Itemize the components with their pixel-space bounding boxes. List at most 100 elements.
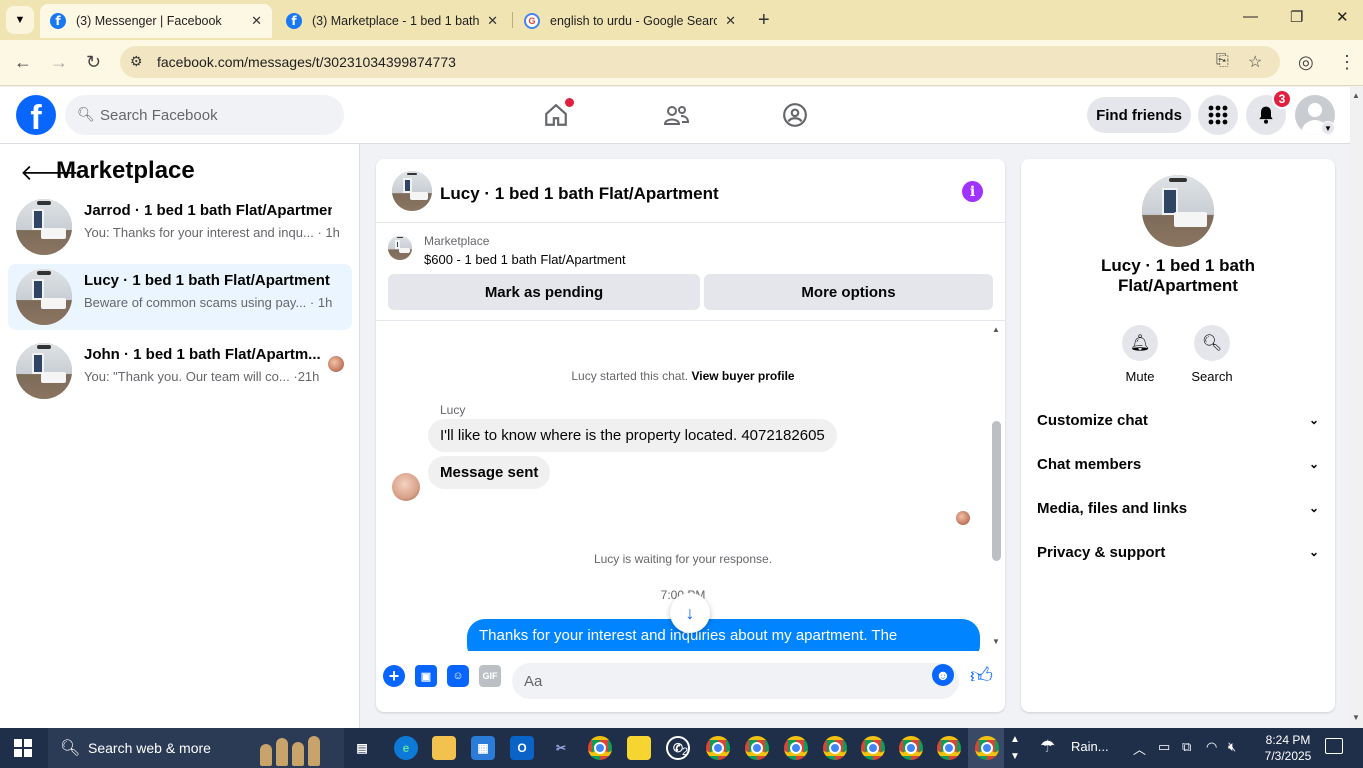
menu-grid-icon[interactable] bbox=[1198, 95, 1238, 135]
more-options-button[interactable]: More options bbox=[704, 274, 993, 310]
home-icon[interactable] bbox=[536, 98, 576, 131]
tab-marketplace[interactable]: f (3) Marketplace - 1 bed 1 bath F ✕ bbox=[276, 4, 508, 38]
mute-button[interactable]: 🔔︎ Mute bbox=[1110, 325, 1170, 384]
site-info-icon[interactable]: ⚙ bbox=[130, 53, 143, 70]
scroll-up-icon[interactable]: ▲ bbox=[1352, 91, 1360, 100]
info-icon[interactable]: i bbox=[962, 181, 983, 202]
conversation-item-jarrod[interactable]: Jarrod · 1 bed 1 bath Flat/Apartment You… bbox=[8, 194, 352, 260]
notification-center-icon[interactable] bbox=[1325, 738, 1343, 754]
section-label: Chat members bbox=[1037, 455, 1142, 473]
message-list[interactable]: Lucy started this chat. View buyer profi… bbox=[376, 321, 1005, 651]
windows-start-icon[interactable] bbox=[14, 739, 32, 757]
chevron-down-icon: ⌄ bbox=[1308, 413, 1319, 427]
profile-icon[interactable]: ◎ bbox=[1298, 52, 1314, 73]
close-tab-icon[interactable]: ✕ bbox=[251, 13, 262, 29]
taskbar-search[interactable]: 🔍︎ Search web & more bbox=[48, 728, 344, 768]
weather-icon[interactable]: ☂ bbox=[1040, 737, 1055, 757]
battery-icon[interactable]: ▭ bbox=[1158, 739, 1170, 755]
close-window-icon[interactable]: ✕ bbox=[1336, 8, 1349, 26]
listing-price[interactable]: $600 - 1 bed 1 bath Flat/Apartment bbox=[424, 252, 626, 267]
browser-menu-icon[interactable]: ⋮ bbox=[1338, 52, 1356, 73]
message-composer: + ▣ ☺ GIF ☻ 👍︎ bbox=[376, 651, 1005, 712]
chrome-profile-icon[interactable] bbox=[823, 736, 847, 760]
weather-label[interactable]: Rain... bbox=[1071, 739, 1109, 754]
conversation-item-lucy[interactable]: Lucy · 1 bed 1 bath Flat/Apartment Bewar… bbox=[8, 264, 352, 330]
minimize-icon[interactable]: — bbox=[1243, 8, 1258, 25]
message-scrollbar[interactable]: ▲ ▼ bbox=[990, 321, 1005, 651]
task-view-icon[interactable]: ▤ bbox=[350, 736, 374, 760]
url-text[interactable]: facebook.com/messages/t/3023103439987477… bbox=[157, 54, 456, 70]
address-bar[interactable]: ⚙ facebook.com/messages/t/30231034399874… bbox=[120, 46, 1280, 78]
image-icon[interactable]: ▣ bbox=[415, 665, 437, 687]
chrome-profile-icon[interactable] bbox=[937, 736, 961, 760]
listing-small-thumbnail[interactable] bbox=[388, 236, 412, 260]
conversation-item-john[interactable]: John · 1 bed 1 bath Flat/Apartm... You: … bbox=[8, 338, 352, 404]
view-buyer-profile-link[interactable]: View buyer profile bbox=[691, 369, 794, 383]
forward-icon[interactable]: → bbox=[50, 52, 68, 73]
file-explorer-icon[interactable] bbox=[432, 736, 456, 760]
find-friends-button[interactable]: Find friends bbox=[1087, 97, 1191, 133]
facebook-search[interactable]: 🔍︎ Search Facebook bbox=[65, 95, 344, 135]
chat-title[interactable]: Lucy · 1 bed 1 bath Flat/Apartment bbox=[440, 184, 719, 204]
system-clock[interactable]: 8:24 PM 7/3/2025 bbox=[1258, 732, 1318, 764]
scroll-to-bottom-icon[interactable]: ↓ bbox=[670, 593, 710, 633]
chat-listing-thumbnail[interactable] bbox=[392, 171, 432, 211]
install-app-icon[interactable]: ⎘ bbox=[1216, 52, 1229, 70]
section-privacy-support[interactable]: Privacy & support ⌄ bbox=[1037, 534, 1319, 570]
thumbs-up-icon[interactable]: 👍︎ bbox=[970, 662, 993, 689]
conversation-name: Lucy · 1 bed 1 bath Flat/Apartment bbox=[84, 272, 330, 289]
facebook-icon: f bbox=[50, 13, 66, 29]
outlook-icon[interactable]: O bbox=[510, 736, 534, 760]
display-icon[interactable]: ⧉ bbox=[1182, 739, 1191, 755]
message-input[interactable] bbox=[512, 663, 959, 699]
page-scrollbar[interactable]: ▲ ▼ bbox=[1350, 87, 1363, 728]
store-icon[interactable]: ▦ bbox=[471, 736, 495, 760]
search-chat-button[interactable]: 🔍︎ Search bbox=[1182, 325, 1242, 384]
chrome-profile-icon[interactable] bbox=[899, 736, 923, 760]
facebook-logo-icon[interactable]: f bbox=[16, 95, 56, 135]
scroll-thumb[interactable] bbox=[992, 421, 1001, 561]
scroll-down-icon[interactable]: ▼ bbox=[992, 637, 1000, 646]
close-tab-icon[interactable]: ✕ bbox=[487, 13, 498, 29]
mark-as-pending-button[interactable]: Mark as pending bbox=[388, 274, 700, 310]
tab-google-search[interactable]: G english to urdu - Google Search ✕ bbox=[514, 4, 746, 38]
chrome-profile-icon[interactable] bbox=[861, 736, 885, 760]
taskbar-scroll-icon[interactable]: ▲ ▼ bbox=[1010, 731, 1020, 765]
chrome-profile-icon[interactable] bbox=[745, 736, 769, 760]
new-tab-icon[interactable]: + bbox=[758, 9, 770, 32]
groups-icon[interactable] bbox=[775, 99, 815, 131]
bookmark-star-icon[interactable]: ☆ bbox=[1248, 52, 1262, 72]
chevron-up-icon[interactable]: ︿ bbox=[1133, 739, 1146, 758]
gif-icon[interactable]: GIF bbox=[479, 665, 501, 687]
snipping-tool-icon[interactable]: ✂ bbox=[549, 736, 573, 760]
section-media-files-links[interactable]: Media, files and links ⌄ bbox=[1037, 490, 1319, 526]
tab-messenger[interactable]: f (3) Messenger | Facebook ✕ bbox=[40, 4, 272, 38]
back-icon[interactable]: ← bbox=[14, 52, 32, 73]
edge-icon[interactable]: e bbox=[394, 736, 418, 760]
incoming-message[interactable]: I'll like to know where is the property … bbox=[428, 419, 837, 452]
section-chat-members[interactable]: Chat members ⌄ bbox=[1037, 446, 1319, 482]
emoji-icon[interactable]: ☻ bbox=[932, 664, 954, 686]
lucy-avatar[interactable] bbox=[392, 473, 420, 501]
details-listing-thumbnail[interactable] bbox=[1142, 175, 1214, 247]
plus-icon[interactable]: + bbox=[383, 665, 405, 687]
close-tab-icon[interactable]: ✕ bbox=[725, 13, 736, 29]
chevron-down-icon[interactable]: ▼ bbox=[1321, 121, 1335, 135]
tab-search-icon[interactable]: ▼ bbox=[6, 6, 34, 34]
chrome-profile-icon[interactable] bbox=[706, 736, 730, 760]
volume-mute-icon[interactable]: 🔇︎ bbox=[1228, 739, 1236, 755]
friends-icon[interactable] bbox=[656, 99, 696, 131]
restore-icon[interactable]: ❐ bbox=[1290, 8, 1303, 26]
scroll-down-icon[interactable]: ▼ bbox=[1352, 713, 1360, 722]
chrome-profile-icon[interactable] bbox=[975, 736, 999, 760]
chrome-profile-icon[interactable] bbox=[784, 736, 808, 760]
chrome-icon[interactable] bbox=[588, 736, 612, 760]
reload-icon[interactable]: ↻ bbox=[86, 52, 101, 73]
sticky-notes-icon[interactable] bbox=[627, 736, 651, 760]
wifi-icon[interactable]: ◠ bbox=[1206, 739, 1217, 755]
outgoing-message[interactable]: Thanks for your interest and inquiries a… bbox=[467, 619, 980, 651]
sticker-icon[interactable]: ☺ bbox=[447, 665, 469, 687]
incoming-message[interactable]: Message sent bbox=[428, 456, 551, 489]
section-customize-chat[interactable]: Customize chat ⌄ bbox=[1037, 402, 1319, 438]
scroll-up-icon[interactable]: ▲ bbox=[992, 325, 1000, 334]
